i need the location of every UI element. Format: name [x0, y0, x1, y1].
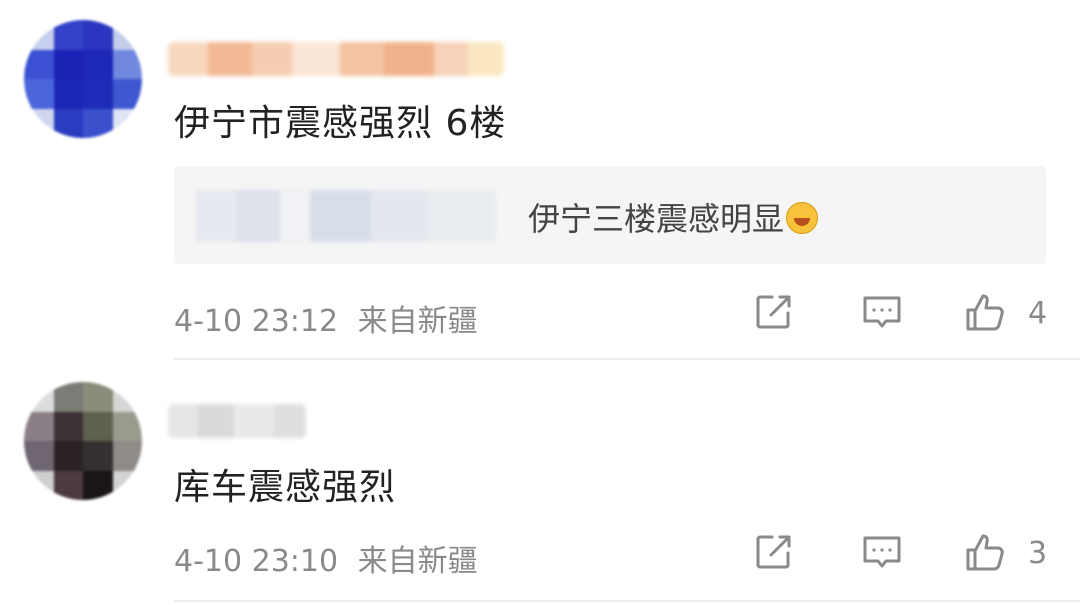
quoted-username-redacted[interactable]	[196, 190, 496, 242]
comment-text: 伊宁市震感强烈 6楼	[174, 103, 507, 144]
quoted-reply[interactable]: 伊宁三楼震感明显	[174, 166, 1046, 264]
divider	[174, 600, 1080, 602]
quoted-text-content: 伊宁三楼震感明显	[528, 200, 785, 238]
comment-icon[interactable]	[860, 530, 904, 574]
comment-icon[interactable]	[860, 290, 904, 334]
avatar[interactable]	[24, 20, 142, 138]
like-count: 4	[1028, 296, 1048, 331]
quoted-text: 伊宁三楼震感明显	[528, 194, 819, 240]
comment-actions: 3	[0, 530, 1080, 580]
divider	[174, 358, 1080, 360]
comment-text: 库车震感强烈	[174, 467, 397, 508]
username-redacted[interactable]	[168, 404, 306, 438]
like-icon[interactable]	[964, 290, 1008, 334]
comment-actions: 4	[0, 290, 1080, 340]
share-icon[interactable]	[752, 290, 796, 334]
laughing-crying-emoji-icon	[786, 202, 819, 234]
avatar[interactable]	[24, 382, 142, 500]
share-icon[interactable]	[752, 530, 796, 574]
like-icon[interactable]	[964, 530, 1008, 574]
username-redacted[interactable]	[168, 42, 504, 76]
like-count: 3	[1028, 536, 1048, 571]
